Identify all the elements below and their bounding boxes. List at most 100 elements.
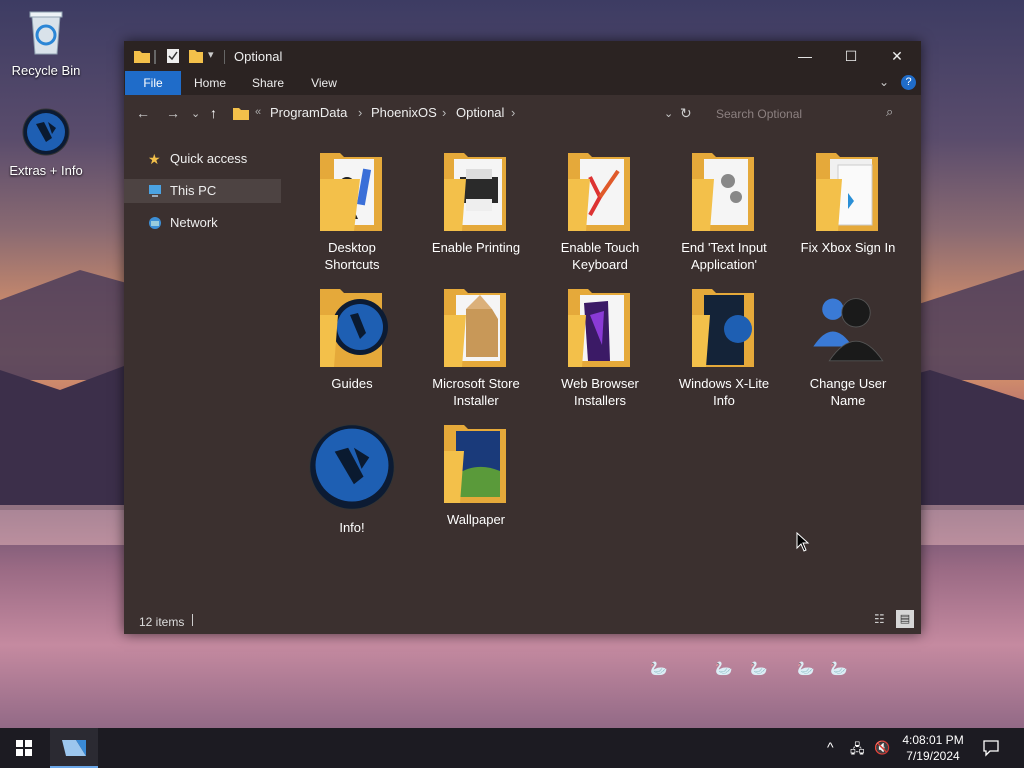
address-dropdown-icon[interactable]: ⌄: [664, 107, 673, 120]
clock-time: 4:08:01 PM: [902, 733, 964, 747]
item-label: Keyboard: [572, 257, 628, 272]
item-label: Enable Touch: [560, 240, 640, 255]
goose-icon: 🦢: [797, 660, 815, 676]
nav-item-this-pc[interactable]: This PC: [124, 179, 281, 203]
nav-item-label: This PC: [170, 183, 217, 198]
help-icon[interactable]: ?: [901, 75, 916, 90]
item-change-user-name[interactable]: Change User Name: [793, 285, 903, 409]
new-folder-icon[interactable]: [188, 48, 204, 64]
chevron-right-icon: ›: [358, 105, 363, 120]
back-button[interactable]: ←: [136, 105, 150, 121]
expand-ribbon-icon[interactable]: ⌄: [879, 75, 889, 89]
search-input[interactable]: Search Optional ⌕: [708, 104, 904, 124]
taskbar-file-explorer-button[interactable]: [50, 728, 98, 768]
item-label: Installers: [573, 393, 627, 408]
clock[interactable]: 4:08:01 PM 7/19/2024: [896, 732, 970, 764]
close-button[interactable]: ✕: [874, 41, 920, 71]
separator: [224, 50, 225, 64]
search-icon: ⌕: [886, 104, 894, 119]
phoenix-logo-icon: [22, 108, 70, 156]
title-bar[interactable]: ▾ Optional ― ☐ ✕: [124, 41, 921, 71]
recycle-bin-icon: [29, 11, 63, 55]
cursor-icon: [796, 532, 810, 552]
nav-item-network[interactable]: Network: [124, 211, 281, 235]
folder-image-icon: [444, 425, 506, 503]
folder-box-icon: [444, 289, 506, 367]
folder-icon: [233, 108, 249, 120]
maximize-button[interactable]: ☐: [828, 41, 874, 71]
item-end-text-input-application[interactable]: End 'Text Input Application': [669, 149, 779, 273]
breadcrumb-overflow[interactable]: «: [255, 106, 261, 118]
folder-icon: [320, 153, 382, 231]
large-icons-view-icon[interactable]: ▤: [896, 610, 914, 628]
item-label: Guides: [331, 376, 373, 391]
ribbon-tabs: File Home Share View ⌄ ?: [124, 71, 921, 95]
volume-muted-icon[interactable]: 🔇: [874, 740, 890, 756]
breadcrumb-phoenixos[interactable]: PhoenixOS: [371, 105, 437, 120]
customize-quick-access-icon[interactable]: ▾: [208, 48, 214, 64]
tab-file[interactable]: File: [125, 71, 181, 95]
refresh-icon[interactable]: ↻: [680, 105, 692, 122]
minimize-button[interactable]: ―: [782, 41, 828, 71]
item-windows-x-lite-info[interactable]: Windows X-Lite Info: [669, 285, 779, 409]
item-web-browser-installers[interactable]: Web Browser Installers: [545, 285, 655, 409]
chevron-right-icon: ›: [442, 105, 447, 120]
item-label: Microsoft Store: [432, 376, 520, 391]
breadcrumb-optional[interactable]: Optional: [456, 105, 504, 120]
nav-item-label: Network: [170, 215, 218, 230]
up-button[interactable]: ↑: [210, 105, 217, 121]
item-desktop-shortcuts[interactable]: Desktop Shortcuts: [297, 149, 407, 273]
properties-icon[interactable]: [166, 48, 180, 64]
windows-start-icon[interactable]: [0, 728, 48, 768]
phoenix-explorer-icon: [62, 740, 86, 756]
window-title: Optional: [234, 49, 283, 64]
chevron-right-icon: ›: [511, 105, 516, 120]
tab-home[interactable]: Home: [186, 71, 234, 95]
item-guides[interactable]: Guides: [297, 285, 407, 392]
goose-icon: 🦢: [750, 660, 768, 676]
item-fix-xbox-sign-in[interactable]: Fix Xbox Sign In: [793, 149, 903, 256]
item-label: Shortcuts: [324, 257, 380, 272]
star-icon: ★: [148, 151, 161, 167]
nav-item-quick-access[interactable]: ★ Quick access: [124, 147, 281, 171]
item-label: Change User: [809, 376, 887, 391]
item-label: Info!: [339, 520, 365, 535]
item-label: Installer: [453, 393, 499, 408]
item-wallpaper[interactable]: Wallpaper: [421, 421, 531, 528]
details-view-icon[interactable]: ☷: [874, 612, 885, 626]
separator: [192, 614, 193, 626]
taskbar: ^ 🖧 🔇 4:08:01 PM 7/19/2024: [0, 728, 1024, 768]
network-status-icon[interactable]: 🖧: [850, 740, 865, 762]
action-center-icon[interactable]: [982, 739, 1000, 757]
folder-icon: [568, 289, 630, 367]
item-label: End 'Text Input: [681, 240, 767, 255]
forward-button[interactable]: →: [166, 105, 180, 121]
address-bar: ← → ⌄ ↑ « ProgramData › PhoenixOS › Opti…: [124, 95, 921, 131]
show-hidden-icons-icon[interactable]: ^: [827, 739, 834, 755]
folder-icon: [816, 153, 878, 231]
desktop-icon-extras-info[interactable]: Extras + Info: [0, 108, 92, 178]
goose-icon: 🦢: [830, 660, 848, 676]
phoenix-logo-icon: [309, 424, 395, 510]
folder-icon: [134, 51, 150, 63]
item-enable-touch-keyboard[interactable]: Enable Touch Keyboard: [545, 149, 655, 273]
tab-share[interactable]: Share: [244, 71, 292, 95]
desktop-icon-recycle-bin[interactable]: Recycle Bin: [0, 8, 92, 78]
item-label: Application': [690, 257, 758, 272]
recent-locations-icon[interactable]: ⌄: [191, 107, 200, 120]
status-bar: 12 items ☷ ▤: [124, 606, 921, 634]
item-label: Web Browser: [561, 376, 639, 391]
breadcrumb-programdata[interactable]: ProgramData: [270, 105, 347, 120]
users-icon: [813, 298, 884, 362]
desktop-icon-label: Extras + Info: [9, 163, 83, 178]
item-label: Desktop: [328, 240, 376, 255]
item-label: Fix Xbox Sign In: [800, 240, 896, 255]
item-enable-printing[interactable]: Enable Printing: [421, 149, 531, 256]
item-count: 12 items: [139, 615, 185, 629]
goose-icon: 🦢: [650, 660, 668, 676]
tab-view[interactable]: View: [300, 71, 348, 95]
folder-gear-icon: [692, 153, 754, 231]
item-microsoft-store-installer[interactable]: Microsoft Store Installer: [421, 285, 531, 409]
item-label: Wallpaper: [446, 512, 506, 527]
item-info[interactable]: Info!: [297, 421, 407, 536]
